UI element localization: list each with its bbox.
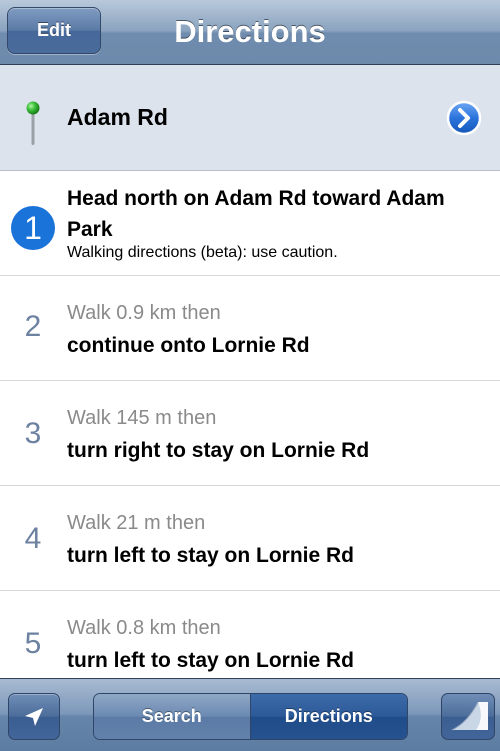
step-number: 3 — [24, 417, 42, 450]
navigation-bar: Edit Directions — [0, 0, 500, 65]
step-instruction: turn left to stay on Lornie Rd — [67, 649, 354, 672]
step-row-4[interactable]: 4 Walk 21 m then turn left to stay on Lo… — [0, 486, 500, 591]
step-instruction: continue onto Lornie Rd — [67, 334, 310, 357]
current-location-button[interactable] — [8, 693, 60, 740]
step-row-5[interactable]: 5 Walk 0.8 km then turn left to stay on … — [0, 591, 500, 678]
directions-segment[interactable]: Directions — [250, 694, 407, 739]
search-segment[interactable]: Search — [94, 694, 251, 739]
step-distance: Walk 145 m then — [67, 407, 217, 429]
step-instruction: turn right to stay on Lornie Rd — [67, 439, 370, 462]
location-arrow-icon — [25, 707, 43, 726]
step-number: 4 — [24, 522, 42, 555]
step-number: 5 — [24, 627, 42, 660]
bottom-toolbar: Search Directions — [0, 678, 500, 751]
step-row-1[interactable]: 1 Head north on Adam Rd toward Adam Park… — [0, 171, 500, 276]
step-instruction: turn left to stay on Lornie Rd — [67, 544, 354, 567]
map-pin-icon — [26, 101, 40, 145]
origin-row[interactable]: Adam Rd — [0, 65, 500, 171]
step-distance: Walk 0.9 km then — [67, 302, 221, 324]
step-number-badge: 1 — [11, 206, 55, 250]
page-curl-button[interactable] — [441, 693, 495, 740]
disclosure-arrow-icon[interactable] — [446, 100, 482, 136]
page-title: Directions — [174, 14, 326, 49]
page-curl-icon — [451, 701, 488, 731]
step-row-3[interactable]: 3 Walk 145 m then turn right to stay on … — [0, 381, 500, 486]
step-number: 2 — [24, 310, 42, 343]
step-row-2[interactable]: 2 Walk 0.9 km then continue onto Lornie … — [0, 276, 500, 381]
origin-label: Adam Rd — [67, 104, 168, 130]
step-caution-note: Walking directions (beta): use caution. — [67, 244, 338, 261]
view-segmented-control: Search Directions — [93, 693, 408, 740]
step-distance: Walk 21 m then — [67, 512, 206, 534]
step-title: Head north on Adam Rd toward Adam Park — [67, 187, 445, 241]
step-distance: Walk 0.8 km then — [67, 617, 221, 639]
